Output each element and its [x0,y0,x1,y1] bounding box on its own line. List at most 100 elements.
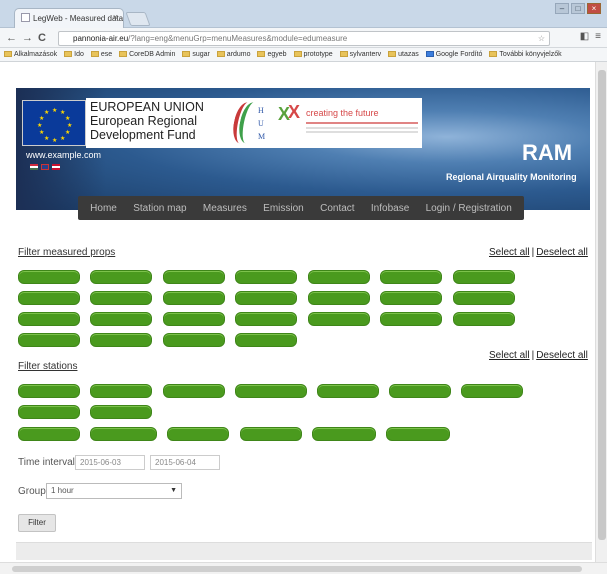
horizontal-scrollbar[interactable] [0,562,607,574]
eu-line-2: European Regional [90,114,198,128]
main-menu: Home Station map Measures Emission Conta… [78,196,524,220]
prop-pill[interactable] [308,291,370,305]
prop-pill[interactable] [235,333,297,347]
bookmark-item[interactable]: prototype [293,48,333,61]
menu-item-login[interactable]: Login / Registration [426,203,512,214]
url-path: /?lang=eng&menuGrp=menuMeasures&module=e… [128,34,348,43]
prop-pill[interactable] [90,270,152,284]
group-select-value: 1 hour [51,486,74,495]
station-pill[interactable] [18,427,80,441]
prop-pill[interactable] [18,291,80,305]
filter-button[interactable]: Filter [18,514,56,532]
menu-item-contact[interactable]: Contact [320,203,354,214]
station-pill[interactable] [18,384,80,398]
station-pill[interactable] [461,384,523,398]
browser-tab[interactable]: LegWeb - Measured data × [14,8,124,28]
menu-item-station-map[interactable]: Station map [133,203,186,214]
prop-pill[interactable] [308,270,370,284]
station-pill[interactable] [386,427,450,441]
prop-pill[interactable] [163,291,225,305]
flag-en-icon[interactable] [41,164,49,170]
flag-de-icon[interactable] [52,164,60,170]
prop-pill[interactable] [453,291,515,305]
prop-pill[interactable] [90,312,152,326]
prop-pill[interactable] [18,270,80,284]
bookmark-item[interactable]: Ido [64,48,84,61]
station-pill[interactable] [90,405,152,419]
station-pill[interactable] [312,427,376,441]
bookmark-item[interactable]: ardumo [216,48,251,61]
station-pill[interactable] [240,427,302,441]
group-select[interactable]: 1 hour ▼ [46,483,182,499]
star-icon[interactable]: ☆ [538,32,545,45]
menu-item-emission[interactable]: Emission [263,203,304,214]
filter-props-heading[interactable]: Filter measured props [18,247,115,258]
prop-pill[interactable] [380,291,442,305]
folder-icon [388,51,397,57]
props-select-all-link[interactable]: Select all [489,247,530,258]
prop-pill[interactable] [235,312,297,326]
minimize-icon[interactable]: – [555,3,569,14]
prop-pill[interactable] [163,270,225,284]
station-pill[interactable] [90,384,152,398]
extension-icon[interactable]: ◧ [580,31,589,42]
station-pill[interactable] [317,384,379,398]
stations-select-all-link[interactable]: Select all [489,350,530,361]
bookmark-item[interactable]: ese [90,48,112,61]
scrollbar-thumb[interactable] [598,70,606,540]
prop-pill[interactable] [453,312,515,326]
prop-pill[interactable] [90,333,152,347]
forward-button[interactable]: → [22,31,33,45]
menu-item-home[interactable]: Home [90,203,117,214]
prop-pill[interactable] [18,312,80,326]
prop-pill[interactable] [308,312,370,326]
flag-hu-icon[interactable] [30,164,38,170]
bookmark-item[interactable]: Google Fordító [425,48,482,61]
hscroll-thumb[interactable] [12,566,582,572]
station-pill[interactable] [163,384,225,398]
site-url[interactable]: www.example.com [26,150,101,160]
prop-pill[interactable] [235,270,297,284]
prop-pill[interactable] [235,291,297,305]
page-footer [16,542,592,560]
bookmarks-bar: Alkalmazások Ido ese CoreDB Admin sugar … [0,48,607,62]
prop-pill[interactable] [90,291,152,305]
tab-title: LegWeb - Measured data [33,14,124,23]
back-button[interactable]: ← [6,31,17,45]
stations-deselect-all-link[interactable]: Deselect all [536,350,588,361]
prop-pill[interactable] [163,312,225,326]
vertical-scrollbar[interactable] [595,62,607,562]
new-tab-button[interactable] [125,12,151,26]
station-pill[interactable] [90,427,157,441]
eu-fund-text: EUROPEAN UNION European Regional Develop… [86,98,232,148]
station-pill[interactable] [389,384,451,398]
bookmark-item[interactable]: CoreDB Admin [119,48,175,61]
bookmark-other[interactable]: További könyvjelzők [489,48,562,61]
bookmark-item[interactable]: egyeb [257,48,287,61]
date-to-input[interactable]: 2015-06-04 [150,455,220,470]
reload-button[interactable]: C [38,31,46,45]
station-pill[interactable] [167,427,229,441]
bookmark-item[interactable]: sugar [182,48,210,61]
station-pill[interactable] [235,384,307,398]
props-deselect-all-link[interactable]: Deselect all [536,247,588,258]
bookmark-item[interactable]: utazas [388,48,419,61]
menu-icon[interactable]: ≡ [595,31,601,42]
prop-pill[interactable] [380,312,442,326]
window-close-icon[interactable]: × [587,3,601,14]
filter-stations-heading[interactable]: Filter stations [18,361,77,372]
address-bar[interactable]: pannonia-air.eu/?lang=eng&menuGrp=menuMe… [58,31,550,46]
prop-pill[interactable] [18,333,80,347]
prop-pill[interactable] [453,270,515,284]
menu-item-infobase[interactable]: Infobase [371,203,409,214]
date-from-input[interactable]: 2015-06-03 [75,455,145,470]
chevron-down-icon: ▼ [170,487,177,494]
tab-close-icon[interactable]: × [113,12,118,22]
bookmark-item[interactable]: sylvanterv [339,48,381,61]
maximize-icon[interactable]: □ [571,3,585,14]
menu-item-measures[interactable]: Measures [203,203,247,214]
station-pill[interactable] [18,405,80,419]
prop-pill[interactable] [380,270,442,284]
prop-pill[interactable] [163,333,225,347]
bookmark-apps[interactable]: Alkalmazások [4,48,57,61]
